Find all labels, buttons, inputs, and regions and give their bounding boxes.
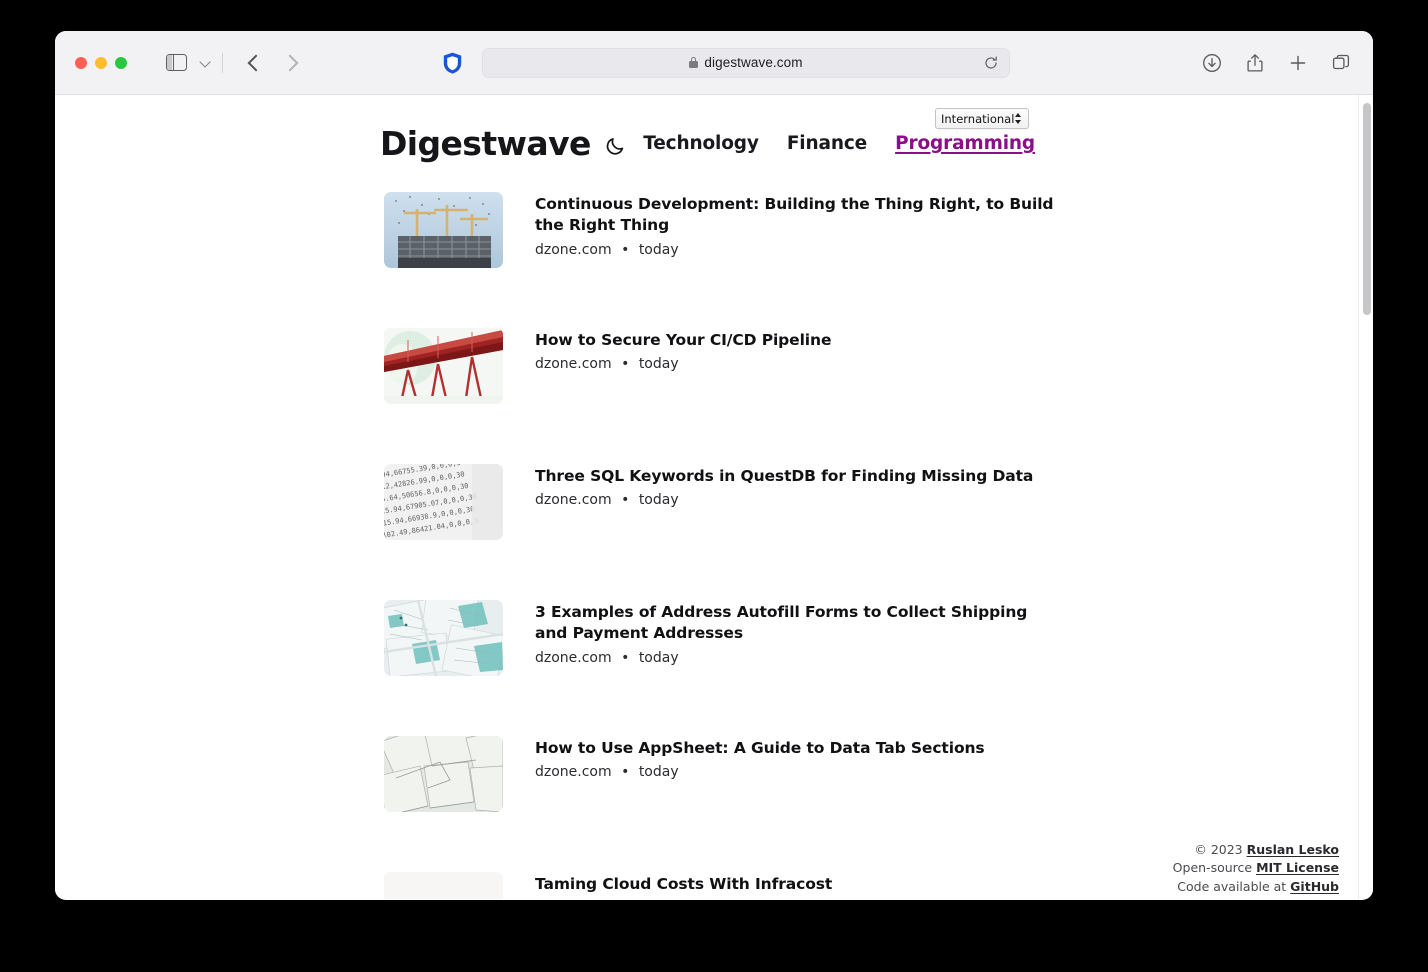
tab-overview-icon[interactable]: [1331, 53, 1351, 73]
article-source: dzone.com: [535, 649, 612, 666]
address-bar[interactable]: digestwave.com: [482, 47, 1010, 78]
footer-author-link[interactable]: Ruslan Lesko: [1247, 842, 1339, 857]
meta-separator: •: [621, 492, 630, 509]
page-viewport: International Digestwave Technology Fina…: [55, 95, 1373, 899]
toolbar-divider: [222, 52, 223, 73]
article-item[interactable]: 3 Examples of Address Autofill Forms to …: [384, 600, 1344, 736]
back-arrow-icon[interactable]: [241, 50, 267, 76]
article-meta: dzone.com • today: [535, 242, 1055, 258]
chevron-down-icon[interactable]: [200, 57, 212, 69]
moon-icon[interactable]: [605, 135, 626, 156]
article-list: Continuous Development: Building the Thi…: [384, 192, 1344, 899]
site-logo[interactable]: Digestwave: [380, 124, 591, 163]
article-title[interactable]: Three SQL Keywords in QuestDB for Findin…: [535, 466, 1033, 487]
footer-license-prefix: Open-source: [1172, 860, 1257, 876]
sidebar-toggle-button[interactable]: [165, 54, 187, 72]
article-body: How to Use AppSheet: A Guide to Data Tab…: [535, 736, 985, 780]
article-meta: dzone.com • today: [535, 764, 985, 780]
article-source: dzone.com: [535, 764, 612, 781]
article-body: Continuous Development: Building the Thi…: [535, 192, 1055, 258]
white-paper-sheets-thumbnail[interactable]: [384, 736, 503, 812]
nav-link-finance[interactable]: Finance: [787, 133, 867, 154]
article-source: dzone.com: [535, 356, 612, 373]
article-body: Three SQL Keywords in QuestDB for Findin…: [535, 464, 1033, 508]
downloads-icon[interactable]: [1202, 53, 1222, 73]
maximize-window-button[interactable]: [115, 56, 127, 69]
footer-github-link[interactable]: GitHub: [1290, 879, 1339, 894]
share-icon[interactable]: [1245, 53, 1265, 73]
sidebar-toggle-icon: [165, 54, 187, 71]
footer-license-link[interactable]: MIT License: [1256, 860, 1339, 875]
site-header: Digestwave Technology Finance Programmin…: [380, 124, 1035, 163]
article-source: dzone.com: [535, 241, 612, 258]
article-body: Taming Cloud Costs With Infracost dzone.…: [535, 872, 832, 899]
nav-link-technology[interactable]: Technology: [643, 133, 759, 154]
red-pipeline-thumbnail[interactable]: [384, 328, 503, 404]
scrollbar-thumb[interactable]: [1363, 103, 1371, 315]
meta-separator: •: [621, 241, 630, 258]
nav-link-programming[interactable]: Programming: [895, 133, 1035, 154]
lock-icon: [689, 57, 699, 68]
article-body: 3 Examples of Address Autofill Forms to …: [535, 600, 1055, 666]
article-title[interactable]: 3 Examples of Address Autofill Forms to …: [535, 602, 1055, 645]
article-title[interactable]: How to Secure Your CI/CD Pipeline: [535, 330, 831, 351]
article-time: today: [638, 492, 679, 509]
article-meta: dzone.com • today: [535, 492, 1033, 508]
footer-copyright-line: © 2023 Ruslan Lesko: [1173, 841, 1339, 859]
footer-code-prefix: Code available at: [1177, 878, 1291, 894]
footer-copyright-prefix: © 2023: [1194, 842, 1247, 857]
new-tab-icon[interactable]: [1288, 53, 1308, 73]
article-body: How to Secure Your CI/CD Pipeline dzone.…: [535, 328, 831, 372]
window-controls: [75, 56, 127, 69]
article-title[interactable]: Taming Cloud Costs With Infracost: [535, 874, 832, 895]
article-meta: dzone.com • today: [535, 356, 831, 372]
numeric-printout-thumbnail[interactable]: 5,94,66755.39,0,0,0,3 9.12,42826.99,0,0,…: [384, 464, 503, 540]
construction-cranes-thumbnail[interactable]: [384, 192, 503, 268]
footer-license-line: Open-source MIT License: [1173, 859, 1339, 877]
forward-arrow-icon[interactable]: [279, 50, 305, 76]
article-time: today: [638, 649, 679, 666]
meta-separator: •: [621, 649, 630, 666]
close-window-button[interactable]: [75, 56, 87, 69]
brand: Digestwave: [380, 124, 626, 163]
article-time: today: [638, 241, 679, 258]
browser-toolbar: digestwave.com: [55, 31, 1373, 95]
paper-maps-thumbnail[interactable]: [384, 600, 503, 676]
article-item[interactable]: 5,94,66755.39,0,0,0,3 9.12,42826.99,0,0,…: [384, 464, 1344, 600]
reload-icon[interactable]: [984, 56, 998, 70]
shield-extension-icon[interactable]: [443, 52, 462, 74]
page-scrollbar[interactable]: [1358, 95, 1373, 899]
browser-window: digestwave.com International Digestwave …: [55, 31, 1373, 900]
article-meta: dzone.com • today: [535, 650, 1055, 666]
article-time: today: [638, 356, 679, 373]
site-footer: © 2023 Ruslan Lesko Open-source MIT Lice…: [1173, 841, 1339, 896]
coins-figurine-thumbnail[interactable]: [384, 872, 503, 899]
meta-separator: •: [621, 764, 630, 781]
minimize-window-button[interactable]: [95, 56, 107, 69]
article-item[interactable]: Continuous Development: Building the Thi…: [384, 192, 1344, 328]
article-item[interactable]: How to Secure Your CI/CD Pipeline dzone.…: [384, 328, 1344, 464]
article-title[interactable]: Continuous Development: Building the Thi…: [535, 194, 1055, 237]
meta-separator: •: [621, 356, 630, 373]
article-source: dzone.com: [535, 492, 612, 509]
url-text: digestwave.com: [704, 55, 803, 70]
main-nav: Technology Finance Programming: [643, 133, 1035, 154]
article-time: today: [638, 764, 679, 781]
article-title[interactable]: How to Use AppSheet: A Guide to Data Tab…: [535, 738, 985, 759]
toolbar-right-actions: [1202, 53, 1351, 73]
footer-code-line: Code available at GitHub: [1173, 878, 1339, 896]
